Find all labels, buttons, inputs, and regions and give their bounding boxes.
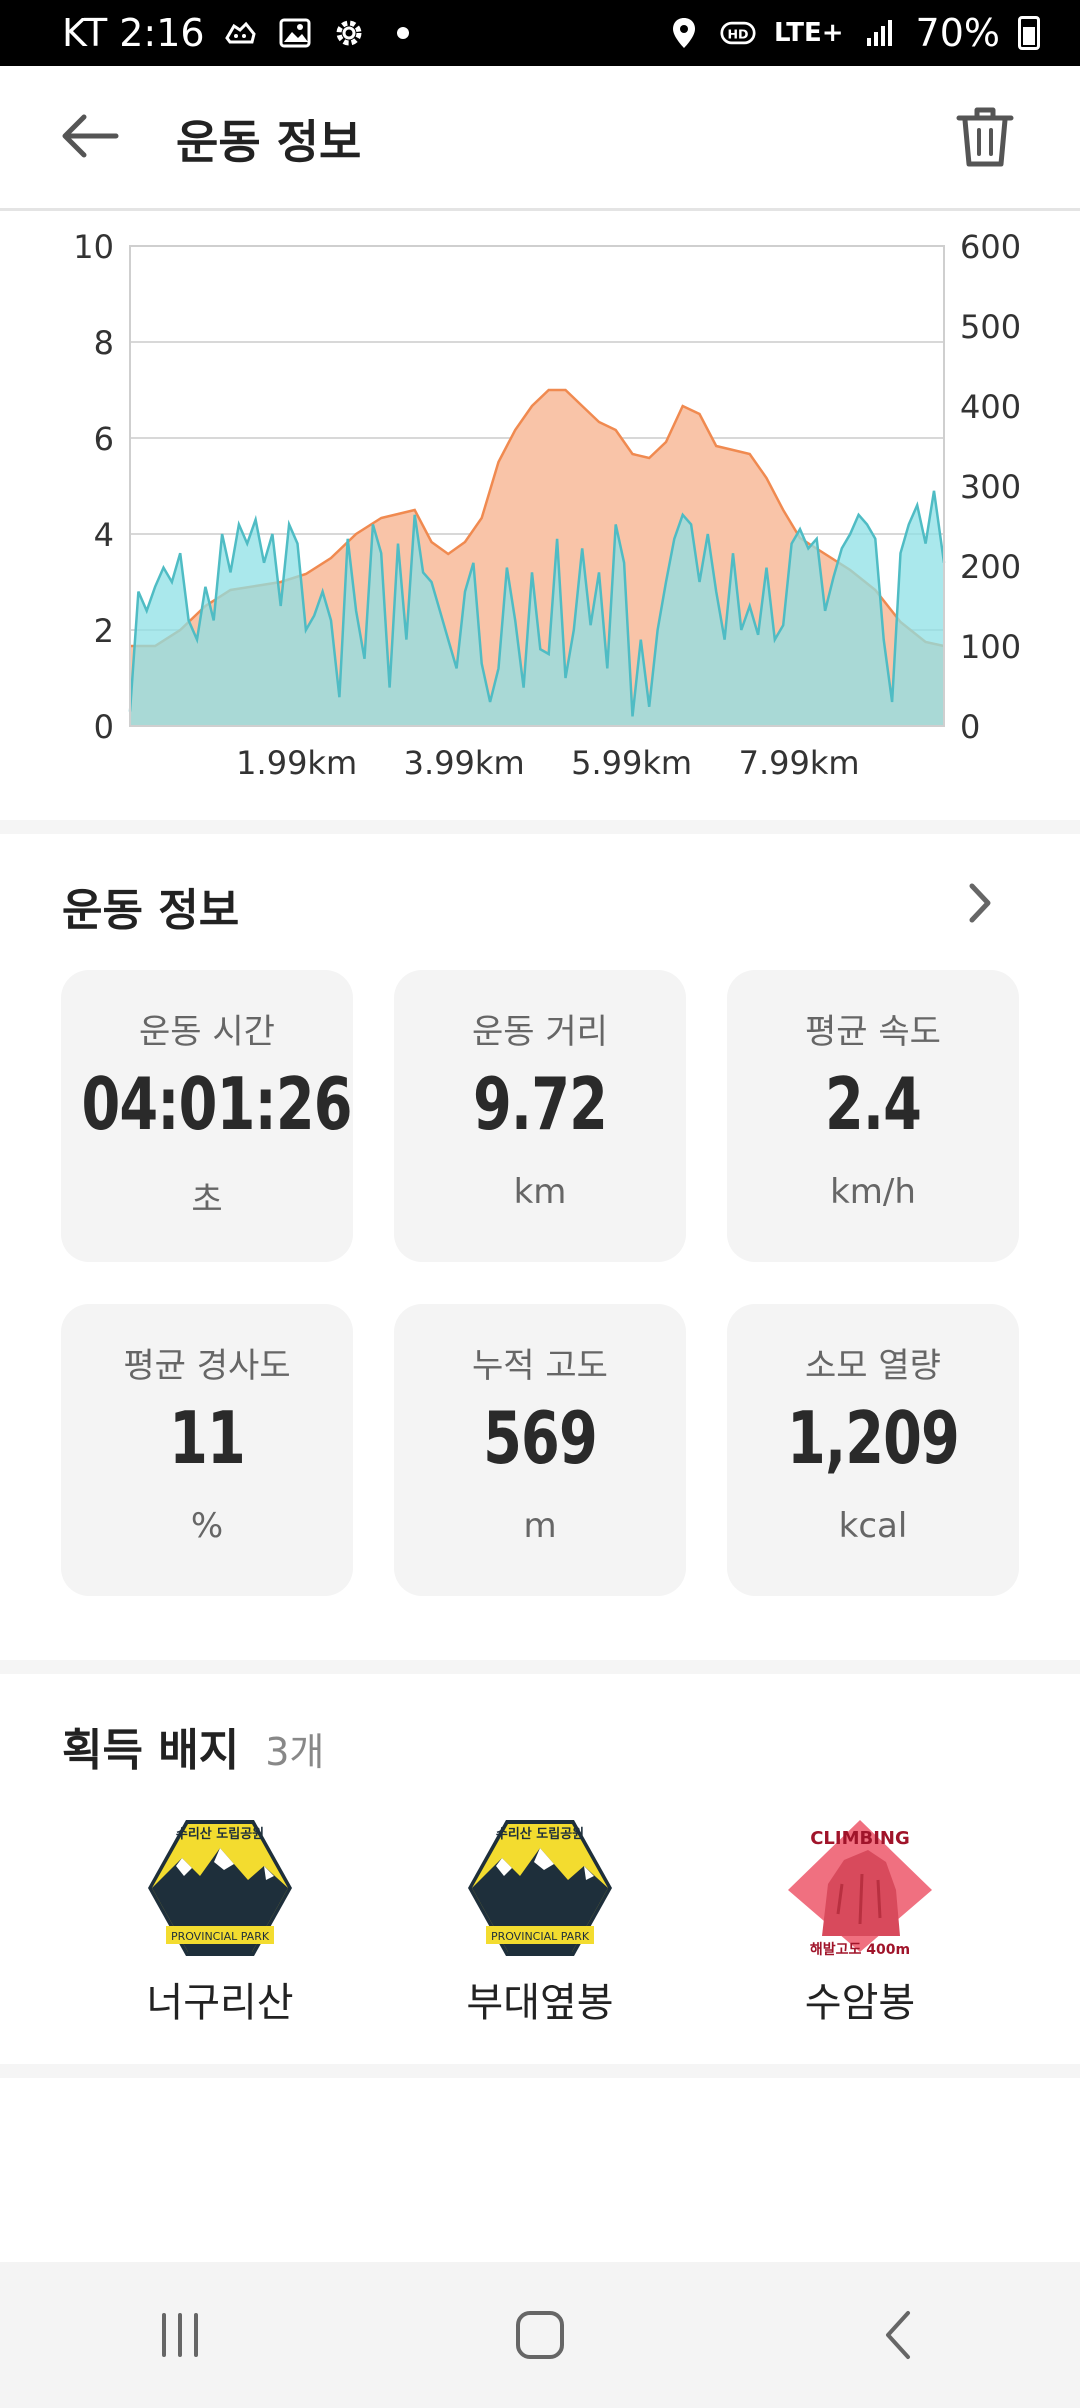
y-right-tick-label: 400	[960, 388, 1021, 426]
stat-label: 소모 열량	[805, 1346, 941, 1386]
svg-text:PROVINCIAL PARK: PROVINCIAL PARK	[491, 1930, 590, 1943]
x-tick-label: 5.99km	[571, 744, 692, 782]
trash-icon	[956, 107, 1014, 167]
badges-count: 3개	[265, 1730, 325, 1774]
section-divider	[0, 2064, 1080, 2078]
y-left-tick-label: 0	[94, 708, 114, 746]
badge-item[interactable]: PROVINCIAL PARK 수리산 도립공원 너구리산	[90, 1814, 350, 2028]
stat-label: 운동 시간	[139, 1012, 275, 1052]
stat-value: 04:01:26	[81, 1062, 352, 1146]
x-tick-label: 1.99km	[236, 744, 357, 782]
page-title: 운동 정보	[176, 115, 362, 169]
chart-svg: 024681001002003004005006001.99km 3.99km 5.…	[73, 228, 1021, 782]
stat-unit: km/h	[830, 1172, 916, 1212]
svg-text:PROVINCIAL PARK: PROVINCIAL PARK	[171, 1930, 270, 1943]
gallery-icon	[277, 15, 313, 51]
stat-card-duration: 운동 시간 04:01:26 초	[61, 970, 353, 1262]
stat-unit: %	[190, 1506, 224, 1546]
y-right-tick-label: 500	[960, 308, 1021, 346]
stat-unit: kcal	[838, 1506, 908, 1546]
svg-text:HD: HD	[727, 26, 748, 41]
signal-icon	[862, 15, 898, 51]
stat-value: 1,209	[787, 1396, 960, 1480]
stat-card-distance: 운동 거리 9.72 km	[394, 970, 686, 1262]
provincial-park-badge-icon: PROVINCIAL PARK 수리산 도립공원	[142, 1814, 298, 1962]
exercise-info-title: 운동 정보	[62, 885, 240, 936]
y-left-tick-label: 8	[94, 324, 114, 362]
stat-label: 평균 경사도	[123, 1346, 291, 1386]
elevation-speed-chart: 0 2 4 6 8 10 0 100 200 300 400 500 600 1.99km 3.99km 5.…	[0, 212, 1080, 820]
svg-text:해발고도 400m: 해발고도 400m	[810, 1941, 910, 1958]
badge-item[interactable]: PROVINCIAL PARK 수리산 도립공원 부대옆봉	[410, 1814, 670, 2028]
y-left-tick-label: 6	[94, 420, 114, 458]
battery-percent: 70%	[915, 11, 1000, 55]
dot-icon	[396, 27, 409, 39]
stat-value: 569	[483, 1396, 598, 1480]
battery-icon	[1018, 16, 1040, 50]
stat-value: 11	[169, 1396, 246, 1480]
recents-icon	[162, 2313, 198, 2357]
badge-name: 수암봉	[804, 1980, 916, 2026]
system-back-button[interactable]	[840, 2290, 960, 2380]
y-left-tick-label: 10	[73, 228, 114, 266]
status-bar: KT 2:16 HD LTE+ 70%	[0, 0, 1080, 66]
badge-item[interactable]: CLIMBING 해발고도 400m 수암봉	[730, 1814, 990, 2028]
y-right-tick-label: 200	[960, 548, 1021, 586]
recents-button[interactable]	[120, 2290, 240, 2380]
app-bar: 운동 정보	[0, 66, 1080, 211]
badges-header: 획득 배지 3개	[62, 1714, 324, 1778]
x-tick-label: 3.99km	[404, 744, 525, 782]
sneaker-icon	[223, 15, 259, 51]
svg-text:수리산 도립공원: 수리산 도립공원	[176, 1826, 264, 1842]
y-right-tick-label: 600	[960, 228, 1021, 266]
y-right-tick-label: 0	[960, 708, 980, 746]
back-icon	[886, 2311, 910, 2359]
y-right-tick-label: 100	[960, 628, 1021, 666]
stat-label: 운동 거리	[472, 1012, 608, 1052]
stat-unit: 초	[191, 1180, 223, 1220]
stat-card-avg-slope: 평균 경사도 11 %	[61, 1304, 353, 1596]
badge-name: 너구리산	[146, 1980, 294, 2026]
svg-text:수리산 도립공원: 수리산 도립공원	[496, 1826, 584, 1842]
system-nav-bar	[0, 2262, 1080, 2408]
section-divider	[0, 1660, 1080, 1674]
hd-icon: HD	[720, 15, 756, 51]
y-left-tick-label: 4	[94, 516, 114, 554]
section-divider	[0, 820, 1080, 834]
y-left-tick-label: 2	[94, 612, 114, 650]
x-tick-label: 7.99km	[739, 744, 860, 782]
stat-card-elevation-gain: 누적 고도 569 m	[394, 1304, 686, 1596]
stat-label: 누적 고도	[472, 1346, 608, 1386]
stat-card-avg-speed: 평균 속도 2.4 km/h	[727, 970, 1019, 1262]
badges-title: 획득 배지	[62, 1725, 240, 1776]
provincial-park-badge-icon: PROVINCIAL PARK 수리산 도립공원	[462, 1814, 618, 1962]
network-type: LTE+	[773, 18, 844, 48]
y-right-tick-label: 300	[960, 468, 1021, 506]
svg-text:CLIMBING: CLIMBING	[810, 1828, 910, 1849]
chevron-right-icon	[969, 883, 991, 923]
back-button[interactable]	[60, 106, 140, 166]
badge-name: 부대옆봉	[466, 1980, 614, 2026]
settings-icon	[331, 15, 367, 51]
stat-unit: m	[523, 1506, 557, 1546]
delete-button[interactable]	[955, 104, 1025, 174]
carrier-time: KT 2:16	[62, 11, 205, 55]
stat-label: 평균 속도	[805, 1012, 941, 1052]
exercise-info-more-button[interactable]	[958, 878, 1002, 928]
home-icon	[516, 2311, 564, 2359]
stat-value: 2.4	[824, 1062, 922, 1146]
stat-value: 9.72	[472, 1062, 608, 1146]
stat-card-calories: 소모 열량 1,209 kcal	[727, 1304, 1019, 1596]
climbing-badge-icon: CLIMBING 해발고도 400m	[782, 1814, 938, 1962]
arrow-left-icon	[62, 114, 119, 158]
location-icon	[666, 15, 702, 51]
stat-unit: km	[513, 1172, 567, 1212]
home-button[interactable]	[480, 2290, 600, 2380]
